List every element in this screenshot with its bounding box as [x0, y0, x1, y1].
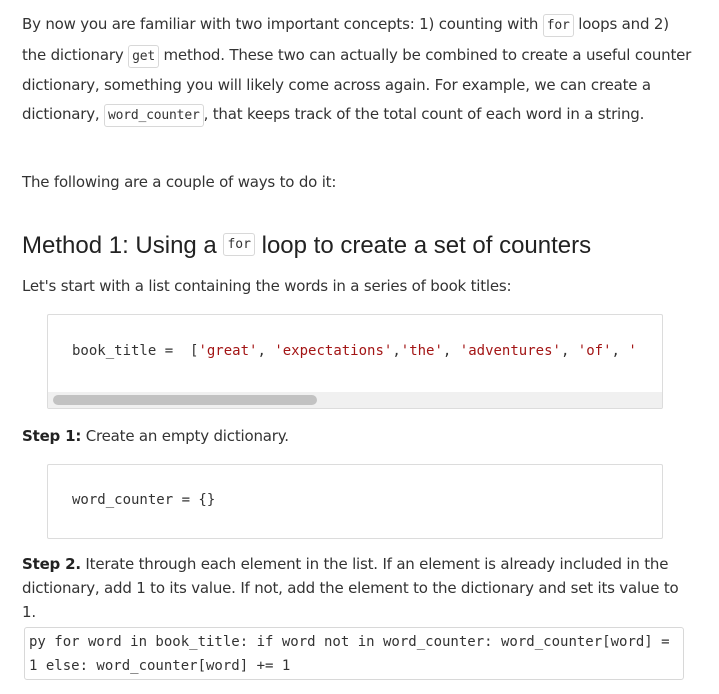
- inline-code-get: get: [128, 44, 159, 68]
- intro-paragraph: By now you are familiar with two importa…: [22, 10, 694, 130]
- code-line-word-counter: word_counter = {}: [72, 492, 216, 508]
- code-string: ': [628, 343, 637, 359]
- method1-lead: Let's start with a list containing the w…: [22, 277, 512, 295]
- step2-label: Step 2.: [22, 555, 81, 573]
- lesson-content: By now you are familiar with two importa…: [0, 0, 719, 694]
- method1-heading: Method 1: Using a for loop to create a s…: [22, 224, 591, 269]
- ways-paragraph: The following are a couple of ways to do…: [22, 173, 337, 191]
- intro-text-4: , that keeps track of the total count of…: [203, 104, 645, 123]
- code-block-word-counter: word_counter = {}: [47, 464, 663, 539]
- heading-text-2: loop to create a set of counters: [254, 232, 592, 259]
- code-string: 'the': [400, 343, 443, 359]
- code-block-loop: py for word in book_title: if word not i…: [24, 627, 684, 680]
- code-string: 'of': [577, 343, 612, 359]
- step2-paragraph: Step 2. Iterate through each element in …: [22, 552, 694, 624]
- code-var: book_title =: [72, 343, 182, 359]
- code-string: 'great': [198, 343, 258, 359]
- heading-inline-code-for: for: [223, 232, 255, 256]
- step1-paragraph: Step 1: Create an empty dictionary.: [22, 422, 694, 451]
- heading-text-1: Method 1: Using a: [22, 232, 224, 259]
- code-string: 'adventures': [459, 343, 561, 359]
- code-block-book-title: book_title = ['great', 'expectations','t…: [47, 314, 663, 409]
- horizontal-scrollbar[interactable]: [48, 392, 662, 408]
- intro-text-1: By now you are familiar with two importa…: [22, 15, 543, 33]
- scrollbar-thumb[interactable]: [53, 395, 317, 405]
- code-string: 'expectations': [274, 343, 393, 359]
- inline-code-for: for: [542, 14, 574, 37]
- step2-text: Iterate through each element in the list…: [22, 555, 679, 621]
- code-line-book-title: book_title = ['great', 'expectations','t…: [72, 343, 637, 359]
- step1-label: Step 1:: [22, 427, 82, 445]
- step1-text: Create an empty dictionary.: [81, 427, 289, 445]
- inline-code-word-counter: word_counter: [104, 103, 204, 127]
